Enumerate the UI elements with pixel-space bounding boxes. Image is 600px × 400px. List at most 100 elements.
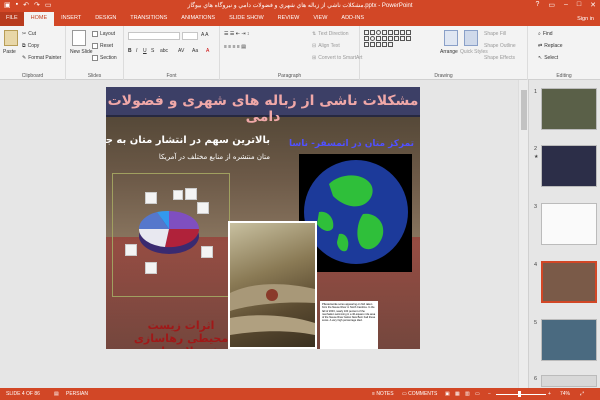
align-text-icon: ⊟ <box>312 43 317 49</box>
zoom-slider[interactable] <box>496 394 546 395</box>
help-icon[interactable]: ? <box>535 1 539 9</box>
minimize-icon[interactable]: – <box>564 1 568 9</box>
slides-label: Slides <box>87 73 102 79</box>
vertical-scrollbar[interactable] <box>518 80 528 388</box>
clipboard-group: Paste ✂ Cut ⧉ Copy ✎ Format Painter Clipboa… <box>0 26 66 80</box>
grow-font-icon[interactable]: A A <box>201 32 209 38</box>
select-button[interactable]: ↖ Select <box>538 55 558 61</box>
tab-review[interactable]: REVIEW <box>271 12 307 26</box>
normal-view-icon[interactable]: ▣ <box>445 391 450 397</box>
slide-title[interactable]: مشکلات ناشی از زباله های شهری و فضولات د… <box>106 93 420 125</box>
spacing-icon[interactable]: AV <box>178 48 184 54</box>
copy-button[interactable]: ⧉ Copy <box>22 43 39 49</box>
slideshow-view-icon[interactable]: ▭ <box>475 391 480 397</box>
thumb-number: 1 <box>534 89 538 95</box>
italic-icon[interactable]: I <box>136 48 137 54</box>
window-title: مشكلات ناشي از زباله هاي شهري و فضولات د… <box>187 3 413 9</box>
clipboard-label: Clipboard <box>21 73 44 79</box>
slide-thumbnail-6[interactable] <box>541 375 597 387</box>
chart-caption[interactable]: متان منتشره از منابع مختلف در آمریکا <box>159 153 270 161</box>
tab-insert[interactable]: INSERT <box>54 12 88 26</box>
reading-view-icon[interactable]: ▥ <box>465 391 470 397</box>
slide-sorter-icon[interactable]: ▦ <box>455 391 460 397</box>
underline-icon[interactable]: U <box>143 48 147 54</box>
cut-button[interactable]: ✂ Cut <box>22 31 36 37</box>
slide-thumbnail-2[interactable] <box>541 145 597 187</box>
globe-title[interactable]: تمرکز متان در اتمسفر- ناسا <box>289 139 414 149</box>
paste-icon[interactable] <box>4 30 18 46</box>
case-icon[interactable]: Aa <box>192 48 198 54</box>
ribbon-tabs: FILE HOME INSERT DESIGN TRANSITIONS ANIM… <box>0 12 600 26</box>
zoom-slider-thumb[interactable] <box>518 391 521 397</box>
comments-button[interactable]: ▭ COMMENTS <box>402 391 437 397</box>
zoom-level[interactable]: 74% <box>560 391 570 397</box>
pie-chart-frame[interactable] <box>112 173 230 297</box>
strikethrough-icon[interactable]: abc <box>160 48 168 54</box>
quick-styles-icon[interactable] <box>464 30 478 46</box>
notes-button[interactable]: ≡ NOTES <box>372 391 394 397</box>
scrollbar-thumb[interactable] <box>521 90 527 130</box>
align-icon[interactable]: ≡ ≡ ≡ ≡ ▤ <box>224 44 246 50</box>
label-box <box>185 188 197 200</box>
shapes-gallery[interactable] <box>364 30 414 47</box>
arrange-button[interactable]: Arrange <box>440 49 458 55</box>
align-text-button[interactable]: ⊟ Align Text <box>312 43 340 49</box>
star-icon: ★ <box>534 154 539 160</box>
shape-effects-button[interactable]: Shape Effects <box>484 55 515 61</box>
tab-design[interactable]: DESIGN <box>88 12 123 26</box>
photo-caption[interactable]: Pfiesteria-like sores appearing on fish … <box>320 301 378 349</box>
editing-group: ⌕ Find ⇄ Replace ↖ Select Editing <box>528 26 600 80</box>
slide-subtitle[interactable]: بالاترین سهم در انتشار متان به جو: <box>106 135 270 146</box>
text-direction-button[interactable]: ⇅ Text Direction <box>312 31 349 37</box>
zoom-in-icon[interactable]: + <box>548 391 551 397</box>
convert-smartart-button[interactable]: ⊞ Convert to SmartArt <box>312 55 362 61</box>
label-box <box>125 244 137 256</box>
arrange-icon[interactable] <box>444 30 458 46</box>
maximize-icon[interactable]: □ <box>577 1 581 9</box>
tab-view[interactable]: VIEW <box>306 12 334 26</box>
close-icon[interactable]: ✕ <box>590 1 596 9</box>
font-name-box[interactable] <box>128 32 180 40</box>
new-slide-icon[interactable] <box>72 30 86 46</box>
find-button[interactable]: ⌕ Find <box>538 31 553 37</box>
language-indicator[interactable]: PERSIAN <box>66 391 88 397</box>
spellcheck-icon[interactable]: ▤ <box>54 391 59 397</box>
reset-button[interactable]: Reset <box>92 43 113 49</box>
slide-thumbnail-5[interactable] <box>541 319 597 361</box>
slide-thumbnail-3[interactable] <box>541 203 597 245</box>
layout-button[interactable]: Layout <box>92 31 115 37</box>
shape-outline-button[interactable]: Shape Outline <box>484 43 516 49</box>
tab-home[interactable]: HOME <box>23 12 55 26</box>
format-painter-button[interactable]: ✎ Format Painter <box>22 55 61 61</box>
tab-file[interactable]: FILE <box>0 12 24 26</box>
label-box <box>145 192 157 204</box>
paragraph-label: Paragraph <box>277 73 302 79</box>
new-slide-button[interactable]: New Slide <box>70 49 93 55</box>
font-color-icon[interactable]: A <box>206 48 209 54</box>
tab-slide-show[interactable]: SLIDE SHOW <box>222 12 271 26</box>
current-slide[interactable]: مشکلات ناشی از زباله های شهری و فضولات د… <box>106 87 420 349</box>
bullets-icon[interactable]: ☰ ☰ ⇤ ⇥ ↕ <box>224 31 249 37</box>
environmental-effects-text[interactable]: اثرات زیست محیطی رهاسازی فضولات دامی <box>126 319 236 349</box>
ribbon-options-icon[interactable]: ▭ <box>548 1 555 9</box>
fit-to-window-icon[interactable]: ⤢ <box>580 391 584 397</box>
zoom-out-icon[interactable]: − <box>488 391 491 397</box>
section-button[interactable]: Section <box>92 55 117 61</box>
bold-icon[interactable]: B <box>128 48 132 54</box>
fish-photo[interactable] <box>228 221 317 349</box>
replace-label: Replace <box>544 43 563 49</box>
shadow-icon[interactable]: S <box>151 48 154 54</box>
tab-animations[interactable]: ANIMATIONS <box>174 12 222 26</box>
replace-icon: ⇄ <box>538 43 543 49</box>
tab-transitions[interactable]: TRANSITIONS <box>123 12 174 26</box>
slide-thumbnail-4[interactable] <box>541 261 597 303</box>
paste-button[interactable]: Paste <box>3 49 16 55</box>
shape-fill-button[interactable]: Shape Fill <box>484 31 506 37</box>
replace-button[interactable]: ⇄ Replace <box>538 43 563 49</box>
tab-add-ins[interactable]: ADD-INS <box>334 12 371 26</box>
reset-label: Reset <box>100 43 114 49</box>
font-size-box[interactable] <box>182 32 198 40</box>
sign-in-link[interactable]: Sign in <box>577 16 594 22</box>
slide-thumbnail-1[interactable] <box>541 88 597 130</box>
slides-group: New Slide Layout Reset Section Slides <box>66 26 124 80</box>
